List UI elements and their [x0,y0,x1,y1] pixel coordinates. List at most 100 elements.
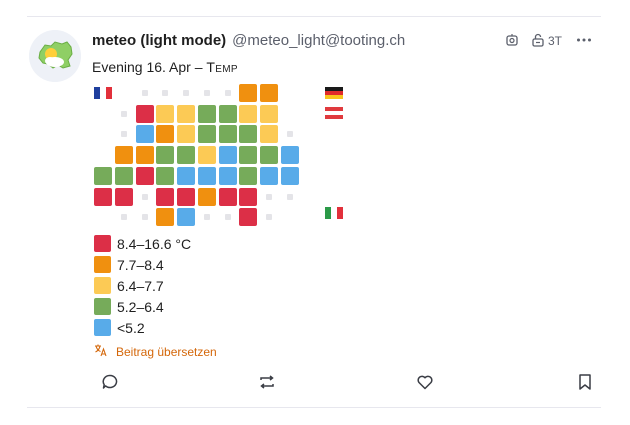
legend-swatch [94,235,111,252]
map-cell [156,187,175,206]
map-cell [218,146,237,165]
legend-label: 6.4–7.7 [117,277,164,294]
map-cell-empty [141,214,148,221]
map-cell [239,187,258,206]
map-cell [239,104,258,123]
map-cell [259,166,278,185]
legend-item: <5.2 [94,317,191,338]
legend-label: <5.2 [117,319,145,336]
map-cell [177,187,196,206]
map-cell [259,84,278,102]
map-cell [156,125,175,144]
map-cell-empty [141,90,148,96]
map-cell [177,146,196,165]
post-meta: 3T [505,32,592,50]
map-cell-empty [224,214,231,221]
temperature-legend: 8.4–16.6 °C 7.7–8.4 6.4–7.7 5.2–6.4 <5.2 [94,233,191,338]
post-subtitle: Evening 16. Apr – Temp [92,59,238,75]
legend-label: 7.7–8.4 [117,256,164,273]
map-cell [239,166,258,185]
legend-label: 8.4–16.6 °C [117,235,192,252]
map-cell [239,84,258,102]
map-cell [135,166,154,185]
map-cell [239,125,258,144]
post-time[interactable]: 3T [548,34,562,48]
map-cell [177,104,196,123]
map-cell [239,146,258,165]
lock-open-icon [531,33,545,50]
map-cell [135,104,154,123]
translate-icon [94,343,108,360]
map-cell-empty [162,90,169,96]
legend-swatch [94,319,111,336]
bot-icon [505,33,519,50]
translate-label: Beitrag übersetzen [116,344,217,359]
map-cell [156,166,175,185]
legend-label: 5.2–6.4 [117,298,164,315]
temperature-map-grid [94,84,344,227]
map-cell [94,166,112,185]
boost-button[interactable] [257,374,277,394]
legend-item: 6.4–7.7 [94,275,191,296]
boost-icon [257,373,277,396]
reply-icon [101,373,119,396]
map-cell [280,146,299,165]
map-cell-empty [286,131,293,138]
legend-item: 7.7–8.4 [94,254,191,275]
account-handle[interactable]: @meteo_light@tooting.ch [232,32,405,49]
map-cell [135,146,154,165]
map-cell [156,208,175,227]
legend-swatch [94,298,111,315]
map-cell [156,104,175,123]
map-cell [115,187,133,206]
map-cell-empty [121,131,127,138]
map-cell [197,125,216,144]
map-cell [218,125,237,144]
reply-button[interactable] [100,374,120,394]
map-cell-empty [121,214,127,221]
legend-item: 5.2–6.4 [94,296,191,317]
map-cell-empty [121,110,127,117]
map-cell [218,187,237,206]
map-cell [197,146,216,165]
map-cell [94,187,112,206]
map-cell [156,146,175,165]
map-cell [218,104,237,123]
map-cell [197,187,216,206]
map-cell [259,125,278,144]
map-cell [177,166,196,185]
legend-item: 8.4–16.6 °C [94,233,191,254]
map-cell-empty [286,193,293,200]
action-bar [0,373,630,396]
map-cell-empty [183,90,190,96]
map-cell [115,166,133,185]
translate-link[interactable]: Beitrag übersetzen [94,343,217,360]
map-cell [259,146,278,165]
display-name[interactable]: meteo (light mode) [92,32,226,49]
more-icon[interactable] [576,33,592,50]
map-cell [197,104,216,123]
map-cell [115,146,133,165]
map-cell [177,208,196,227]
map-cell-empty [141,193,148,200]
favourite-button[interactable] [415,374,435,394]
bookmark-icon [577,373,593,396]
favourite-icon [416,373,434,396]
map-cell-empty [203,214,210,221]
map-cell-empty [265,193,272,200]
map-cell [197,166,216,185]
subtitle-variable: Temp [206,59,238,75]
map-cell [259,104,278,123]
divider-top [27,16,601,17]
map-cell [280,166,299,185]
map-cell-empty [203,90,210,96]
legend-swatch [94,256,111,273]
map-cell [135,125,154,144]
map-cell-empty [224,90,231,96]
subtitle-text: Evening 16. Apr – [92,59,207,75]
bookmark-button[interactable] [575,373,595,396]
map-cell [177,125,196,144]
map-cell-empty [265,214,272,221]
map-cell [239,208,258,227]
avatar[interactable] [29,30,81,82]
